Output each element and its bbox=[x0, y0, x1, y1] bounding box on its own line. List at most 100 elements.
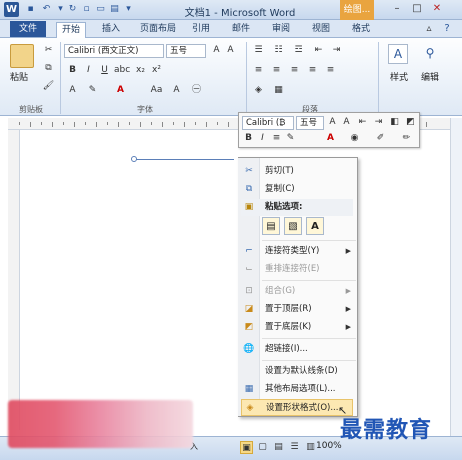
mini-size-combo[interactable]: 五号 bbox=[296, 116, 324, 130]
new-doc-icon[interactable]: ▫ bbox=[80, 3, 93, 16]
full-screen-view-icon[interactable]: ▢ bbox=[256, 441, 269, 454]
tab-mailings[interactable]: 邮件 bbox=[228, 22, 254, 38]
mini-decrease-indent-icon[interactable]: ⇤ bbox=[356, 116, 369, 129]
print-icon[interactable]: ▤ bbox=[108, 3, 121, 16]
print-layout-view-icon[interactable]: ▣ bbox=[240, 441, 253, 454]
menu-separator bbox=[262, 280, 356, 281]
shrink-font-icon[interactable]: A bbox=[224, 44, 237, 57]
font-color-icon[interactable]: A bbox=[114, 84, 127, 97]
web-layout-view-icon[interactable]: ▤ bbox=[272, 441, 285, 454]
mini-brush-icon[interactable]: ✏ bbox=[400, 132, 413, 145]
mini-format-painter-icon[interactable]: ◧ bbox=[388, 116, 401, 129]
tab-file[interactable]: 文件 bbox=[10, 21, 46, 37]
vertical-ruler[interactable] bbox=[8, 130, 20, 430]
menu-item-bring-to-front[interactable]: ◪ 置于顶层(R) ▶ bbox=[241, 301, 353, 318]
align-center-icon[interactable]: ≡ bbox=[270, 64, 283, 77]
tab-view[interactable]: 视图 bbox=[308, 22, 334, 38]
menu-item-connector-type[interactable]: ⌐ 连接符类型(Y) ▶ bbox=[241, 243, 353, 260]
tab-references[interactable]: 引用 bbox=[188, 22, 214, 38]
menu-item-more-layout-options[interactable]: ▦ 其他布局选项(L)... bbox=[241, 381, 353, 398]
tab-home[interactable]: 开始 bbox=[56, 22, 86, 38]
menu-item-format-shape[interactable]: ◈ 设置形状格式(O)... bbox=[241, 399, 353, 416]
styles-icon[interactable]: A bbox=[388, 44, 408, 64]
mini-center-icon[interactable]: ≡ bbox=[270, 132, 283, 145]
paste-text-only-icon[interactable]: A bbox=[306, 217, 324, 235]
shading-icon[interactable]: ◈ bbox=[252, 84, 265, 97]
mini-grow-font-icon[interactable]: A bbox=[326, 116, 339, 129]
document-page[interactable] bbox=[20, 130, 450, 435]
align-right-icon[interactable]: ≡ bbox=[288, 64, 301, 77]
increase-indent-icon[interactable]: ⇥ bbox=[330, 44, 343, 57]
bold-icon[interactable]: B bbox=[66, 64, 79, 77]
customize-toolbar-icon[interactable]: ▾ bbox=[122, 3, 135, 16]
char-shading-icon[interactable]: A bbox=[170, 84, 183, 97]
open-icon[interactable]: ▭ bbox=[94, 3, 107, 16]
copy-icon[interactable]: ⧉ bbox=[42, 62, 55, 75]
decrease-indent-icon[interactable]: ⇤ bbox=[312, 44, 325, 57]
help-icon[interactable]: ? bbox=[438, 22, 456, 36]
multilevel-list-icon[interactable]: ☲ bbox=[292, 44, 305, 57]
styles-label[interactable]: 样式 bbox=[386, 70, 412, 83]
bullets-icon[interactable]: ☰ bbox=[252, 44, 265, 57]
redo-icon[interactable]: ↻ bbox=[66, 3, 79, 16]
subscript-icon[interactable]: x₂ bbox=[134, 64, 147, 77]
grow-font-icon[interactable]: A bbox=[210, 44, 223, 57]
outline-view-icon[interactable]: ☰ bbox=[288, 441, 301, 454]
text-effects-icon[interactable]: A bbox=[66, 84, 79, 97]
menu-item-cut[interactable]: ✂ 剪切(T) bbox=[241, 163, 353, 180]
scissors-icon: ✂ bbox=[245, 166, 253, 176]
strikethrough-icon[interactable]: abc bbox=[114, 64, 130, 77]
line-start-handle[interactable] bbox=[131, 156, 137, 162]
distributed-icon[interactable]: ≡ bbox=[324, 64, 337, 77]
word-app-icon[interactable]: W bbox=[4, 2, 19, 17]
minimize-icon[interactable]: – bbox=[388, 2, 406, 16]
menu-item-set-default-line[interactable]: 设置为默认线条(D) bbox=[241, 363, 353, 380]
menu-item-send-to-back[interactable]: ◩ 置于底层(K) ▶ bbox=[241, 319, 353, 336]
paste-merge-icon[interactable]: ▧ bbox=[284, 217, 302, 235]
mini-bold-icon[interactable]: B bbox=[242, 132, 255, 145]
mini-font-color-icon[interactable]: A bbox=[324, 132, 337, 145]
mini-shrink-font-icon[interactable]: A bbox=[340, 116, 353, 129]
find-icon[interactable]: ⚲ bbox=[420, 44, 440, 64]
maximize-icon[interactable]: □ bbox=[408, 2, 426, 16]
mini-highlight-icon[interactable]: ✎ bbox=[284, 132, 297, 145]
tab-insert[interactable]: 插入 bbox=[98, 22, 124, 38]
vertical-scrollbar[interactable] bbox=[450, 118, 462, 436]
mini-italic-icon[interactable]: I bbox=[256, 132, 269, 145]
paste-icon[interactable] bbox=[10, 44, 34, 68]
font-size-combo[interactable]: 五号 bbox=[166, 44, 206, 58]
enclose-char-icon[interactable]: ㊀ bbox=[190, 84, 203, 97]
highlight-icon[interactable]: ✎ bbox=[86, 84, 99, 97]
superscript-icon[interactable]: x² bbox=[150, 64, 163, 77]
tab-review[interactable]: 审阅 bbox=[268, 22, 294, 38]
font-name-combo[interactable]: Calibri (西文正文) bbox=[64, 44, 164, 58]
justify-icon[interactable]: ≡ bbox=[306, 64, 319, 77]
menu-item-copy[interactable]: ⧉ 复制(C) bbox=[241, 181, 353, 198]
close-icon[interactable]: ✕ bbox=[428, 2, 446, 16]
borders-icon[interactable]: ▦ bbox=[272, 84, 285, 97]
save-icon[interactable]: ▪ bbox=[24, 3, 37, 16]
mini-styles-icon[interactable]: ◩ bbox=[404, 116, 417, 129]
numbering-icon[interactable]: ☷ bbox=[272, 44, 285, 57]
menu-item-hyperlink[interactable]: 🌐 超链接(I)... bbox=[241, 341, 353, 358]
connector-icon: ⌐ bbox=[245, 246, 253, 256]
change-case-icon[interactable]: Aa bbox=[150, 84, 163, 97]
mini-shape-fill-icon[interactable]: ◉ bbox=[348, 132, 361, 145]
align-left-icon[interactable]: ≡ bbox=[252, 64, 265, 77]
ruler-tick bbox=[107, 122, 108, 125]
italic-icon[interactable]: I bbox=[82, 64, 95, 77]
undo-icon[interactable]: ↶ bbox=[40, 3, 53, 16]
editing-label[interactable]: 编辑 bbox=[416, 70, 444, 83]
ribbon-minimize-icon[interactable]: ▵ bbox=[420, 22, 438, 36]
format-painter-icon[interactable]: 🖌 bbox=[42, 80, 55, 93]
underline-icon[interactable]: U bbox=[98, 64, 111, 77]
cut-icon[interactable]: ✂ bbox=[42, 44, 55, 57]
tab-format[interactable]: 格式 bbox=[348, 22, 374, 38]
mini-increase-indent-icon[interactable]: ⇥ bbox=[372, 116, 385, 129]
paste-keep-source-icon[interactable]: ▤ bbox=[262, 217, 280, 235]
selected-line-shape[interactable] bbox=[134, 159, 234, 160]
mini-font-combo[interactable]: Calibri (₿ bbox=[242, 116, 294, 130]
paste-button-label[interactable]: 粘贴 bbox=[10, 70, 40, 83]
mini-shape-outline-icon[interactable]: ✐ bbox=[374, 132, 387, 145]
tab-page-layout[interactable]: 页面布局 bbox=[136, 22, 180, 38]
